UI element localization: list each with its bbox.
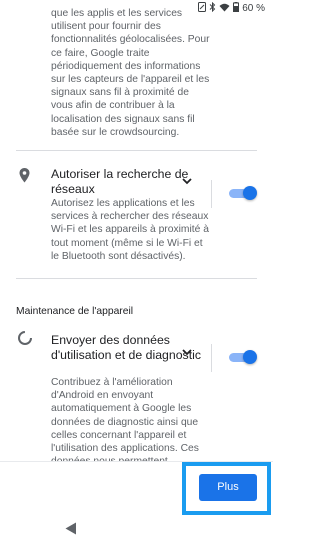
divider (16, 150, 257, 151)
diagnostics-title: Envoyer des données d'utilisation et de … (51, 333, 202, 362)
battery-percent: 60 % (242, 3, 265, 14)
wifi-scan-description: Autorisez les applications et les servic… (51, 198, 209, 262)
diagnostics-description: Contribuez à l'amélioration d'Android en… (51, 377, 199, 462)
chevron-down-icon[interactable] (180, 174, 194, 188)
wifi-icon (219, 3, 230, 15)
location-description: que les applis et les services utilisent… (51, 8, 210, 138)
chevron-down-icon[interactable] (180, 345, 194, 359)
diagnostics-icon (17, 330, 33, 351)
vertical-divider (211, 344, 212, 372)
toggle-thumb (243, 350, 257, 364)
divider (16, 278, 257, 279)
section-label: Maintenance de l'appareil (16, 306, 134, 317)
toggle-thumb (243, 186, 257, 200)
location-pin-icon (19, 168, 30, 188)
back-icon[interactable] (65, 522, 77, 540)
wifi-scan-title: Autoriser la recherche de réseaux (51, 167, 189, 196)
more-button[interactable]: Plus (199, 474, 257, 501)
navigation-bar (0, 516, 273, 546)
vertical-divider (211, 180, 212, 208)
battery-icon (233, 2, 240, 15)
diagnostics-toggle[interactable] (229, 350, 257, 364)
wifi-scan-toggle[interactable] (229, 186, 257, 200)
